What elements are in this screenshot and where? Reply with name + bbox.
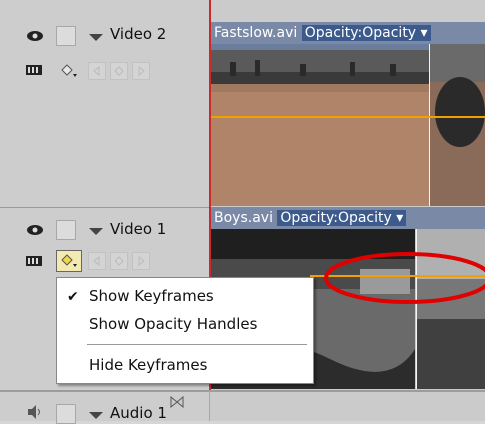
lock-toggle[interactable] [56,26,76,46]
opacity-dropdown[interactable]: Opacity:Opacity ▾ [277,210,407,226]
keyframe-menu-icon[interactable] [60,63,80,79]
previous-keyframe-button[interactable] [88,62,106,80]
track-header-video2: Video 2 [0,0,210,207]
clip-header[interactable]: Fastslow.avi Opacity:Opacity ▾ [210,22,485,44]
menu-separator [87,344,307,345]
eye-icon[interactable] [26,222,44,238]
display-style-icon[interactable] [25,254,43,268]
keyframe-menu-icon [61,254,77,267]
opacity-dropdown[interactable]: Opacity:Opacity ▾ [301,25,431,41]
track-name: Audio 1 [110,404,167,422]
menu-item-show-keyframes[interactable]: Show Keyframes [89,287,214,305]
clip-header[interactable]: Boys.avi Opacity:Opacity ▾ [210,207,485,229]
track-header-audio1: Audio 1 [0,390,210,424]
keyframe-context-menu: ✔ Show Keyframes Show Opacity Handles Hi… [56,277,314,384]
clip-thumbnail [210,22,430,206]
video2-track-area: Fastslow.avi Opacity:Opacity ▾ [210,0,485,207]
display-style-icon[interactable] [25,63,43,77]
opacity-label: Opacity:Opacity [280,210,392,226]
next-keyframe-button[interactable] [132,252,150,270]
clip-divider [429,22,430,206]
clip-thumbnail [430,22,485,206]
opacity-label: Opacity:Opacity [304,25,417,41]
expand-chevron-down-icon[interactable] [89,228,103,235]
track-name: Video 1 [110,220,167,238]
previous-keyframe-button[interactable] [88,252,106,270]
checkmark-icon: ✔ [67,289,79,305]
lock-toggle[interactable] [56,220,76,240]
menu-item-show-opacity-handles[interactable]: Show Opacity Handles [89,315,257,333]
audio1-track-area [210,390,485,421]
next-keyframe-button[interactable] [132,62,150,80]
highlight-ellipse [324,252,485,304]
expand-chevron-down-icon[interactable] [89,34,103,41]
sync-icon [170,396,184,408]
clip-name: Boys.avi [214,210,273,226]
menu-item-hide-keyframes[interactable]: Hide Keyframes [89,356,207,374]
track-name: Video 2 [110,25,167,43]
add-keyframe-button[interactable] [110,252,128,270]
clip-name: Fastslow.avi [214,25,298,41]
speaker-icon[interactable] [26,404,44,420]
lock-toggle[interactable] [56,404,76,424]
opacity-rubber-band[interactable] [210,116,485,118]
expand-chevron-down-icon[interactable] [89,412,103,419]
eye-icon[interactable] [26,28,44,44]
add-keyframe-button[interactable] [110,62,128,80]
keyframe-menu-button[interactable] [56,250,82,272]
